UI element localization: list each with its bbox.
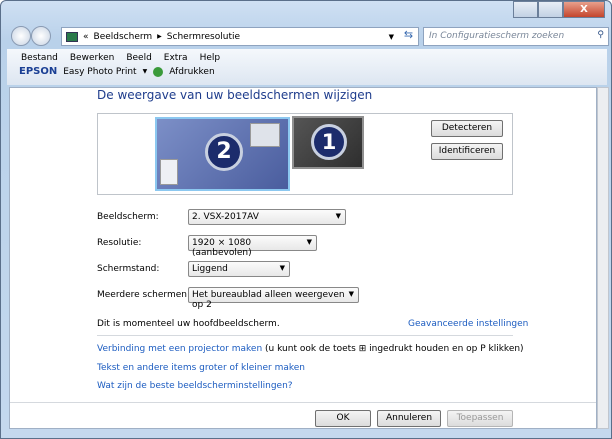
search-input[interactable]: In Configuratiescherm zoeken ⚲ — [423, 27, 609, 46]
scrollbar[interactable] — [597, 87, 609, 429]
menu-extra[interactable]: Extra — [164, 53, 188, 63]
easy-photo-print-button[interactable]: Easy Photo Print — [63, 67, 136, 77]
projector-link[interactable]: Verbinding met een projector maken — [97, 344, 262, 354]
cancel-button[interactable]: Annuleren — [377, 410, 441, 427]
detect-button[interactable]: Detecteren — [431, 120, 503, 137]
chevron-right-icon: ▶ — [157, 33, 162, 40]
projector-note: (u kunt ook de toets — [265, 344, 356, 354]
chevron-down-icon[interactable]: ▼ — [389, 33, 394, 41]
close-button[interactable]: X — [563, 1, 605, 18]
identify-button[interactable]: Identificeren — [431, 143, 503, 160]
refresh-icon[interactable]: ⇆ — [399, 28, 418, 45]
multiple-displays-select[interactable]: Het bureaublad alleen weergeven op 2 ▼ — [188, 287, 359, 310]
orientation-label: Schermstand: — [97, 264, 160, 274]
menu-bar: Bestand Bewerken Beeld Extra Help EPSON … — [7, 49, 607, 85]
monitor-number: 1 — [311, 124, 347, 160]
print-icon — [153, 66, 164, 77]
ok-button[interactable]: OK — [315, 410, 371, 427]
menu-bestand[interactable]: Bestand — [21, 53, 58, 63]
window-thumbnail-icon — [250, 123, 280, 147]
menu-bewerken[interactable]: Bewerken — [70, 53, 114, 63]
window-thumbnail-icon — [160, 159, 178, 185]
best-settings-link[interactable]: Wat zijn de beste beeldscherminstellinge… — [97, 381, 293, 391]
multiple-displays-label: Meerdere schermen: — [97, 290, 190, 300]
caption-buttons: X — [513, 1, 605, 18]
breadcrumb-beeldscherm[interactable]: Beeldscherm — [94, 32, 153, 42]
address-bar[interactable]: « Beeldscherm ▶ Schermresolutie ▼ — [61, 27, 419, 46]
forward-button[interactable] — [31, 26, 51, 46]
display-select[interactable]: 2. VSX-2017AV ▼ — [188, 209, 346, 225]
monitor-icon — [66, 31, 78, 42]
monitor-1[interactable]: 1 — [292, 116, 364, 169]
epson-logo: EPSON — [19, 66, 58, 77]
monitor-2[interactable]: 2 — [155, 117, 290, 191]
resolution-value: 1920 × 1080 (aanbevolen) — [192, 238, 252, 258]
projector-note-end: ingedrukt houden en op P klikken) — [369, 344, 524, 354]
search-icon[interactable]: ⚲ — [597, 30, 604, 40]
breadcrumb-schermresolutie[interactable]: Schermresolutie — [167, 32, 240, 42]
orientation-select[interactable]: Liggend ▼ — [188, 261, 290, 277]
search-placeholder: In Configuratiescherm zoeken — [429, 31, 565, 41]
chevron-down-icon: ▼ — [348, 290, 354, 298]
resolution-select[interactable]: 1920 × 1080 (aanbevolen) ▼ — [188, 235, 317, 258]
resolution-label: Resolutie: — [97, 238, 142, 248]
chevron-down-icon: ▼ — [306, 238, 312, 246]
menu-help[interactable]: Help — [200, 53, 221, 63]
maximize-button[interactable] — [538, 1, 563, 18]
divider — [97, 335, 513, 336]
apply-button[interactable]: Toepassen — [447, 410, 513, 427]
print-button[interactable]: Afdrukken — [169, 67, 214, 77]
display-value: 2. VSX-2017AV — [192, 212, 259, 222]
minimize-button[interactable] — [513, 1, 538, 18]
chevron-down-icon[interactable]: ▼ — [143, 68, 148, 75]
orientation-value: Liggend — [192, 264, 228, 274]
back-button[interactable] — [11, 26, 31, 46]
monitor-number: 2 — [205, 133, 243, 171]
chevron-down-icon: ▼ — [279, 264, 285, 272]
primary-display-note: Dit is momenteel uw hoofdbeeldscherm. — [97, 319, 280, 329]
menu-beeld[interactable]: Beeld — [126, 53, 151, 63]
page-title: De weergave van uw beeldschermen wijzige… — [97, 88, 373, 102]
divider — [10, 402, 596, 403]
windows-key-icon: ⊞ — [358, 344, 367, 354]
window: X « Beeldscherm ▶ Schermresolutie ▼ ⇆ In… — [0, 0, 612, 439]
address-prefix: « — [83, 31, 89, 42]
advanced-settings-link[interactable]: Geavanceerde instellingen — [408, 319, 528, 329]
text-size-link[interactable]: Tekst en andere items groter of kleiner … — [97, 363, 305, 373]
chevron-down-icon: ▼ — [335, 212, 341, 220]
display-label: Beeldscherm: — [97, 212, 159, 222]
